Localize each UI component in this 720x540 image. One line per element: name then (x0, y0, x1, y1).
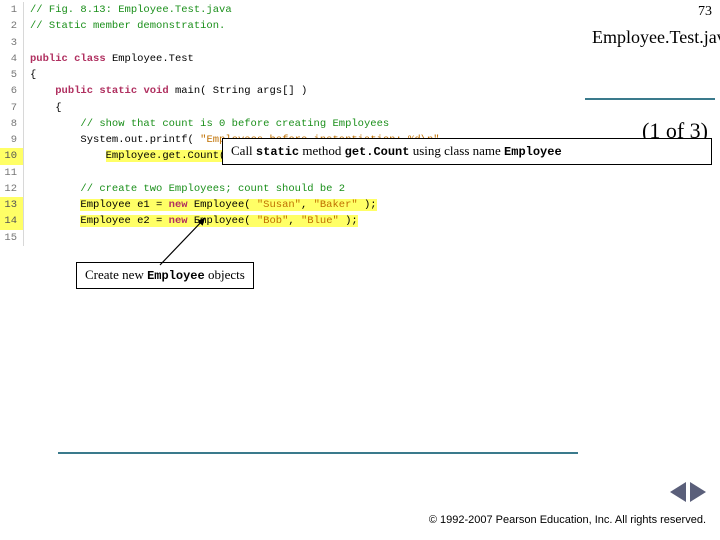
code-comment: // Fig. 8.13: Employee.Test.java (30, 4, 232, 16)
slide-nav (670, 482, 706, 502)
line-number: 12 (0, 181, 24, 197)
code-text: System.out.printf( (80, 134, 200, 146)
line-number: 11 (0, 165, 24, 181)
title-underline (585, 98, 715, 100)
code-text: Employee.Test (106, 53, 194, 65)
code-comment: // Static member demonstration. (30, 20, 225, 32)
page-number: 73 (698, 4, 712, 20)
line-number: 13 (0, 197, 24, 213)
slide-title: Employee.Test.java (592, 28, 712, 48)
code-comment: // create two Employees; count should be… (80, 183, 345, 195)
line-number: 10 (0, 148, 24, 164)
line-number: 14 (0, 213, 24, 229)
keyword: static (93, 85, 137, 97)
line-number: 5 (0, 67, 24, 83)
line-number: 3 (0, 35, 24, 51)
keyword: void (137, 85, 169, 97)
highlighted-code: Employee e1 = new Employee( "Susan", "Ba… (80, 199, 376, 211)
keyword: public (55, 85, 93, 97)
highlighted-code: Employee.get.Count() (106, 150, 232, 162)
line-number: 4 (0, 51, 24, 67)
highlighted-code: Employee e2 = new Employee( "Bob", "Blue… (80, 215, 357, 227)
code-text: { (55, 102, 61, 114)
callout-static-method: Call static method get.Count using class… (222, 138, 712, 165)
prev-slide-icon[interactable] (670, 482, 686, 502)
line-number: 8 (0, 116, 24, 132)
code-listing: 1 // Fig. 8.13: Employee.Test.java 2 // St… (0, 2, 565, 246)
line-number: 9 (0, 132, 24, 148)
line-number: 2 (0, 18, 24, 34)
footer-rule (58, 452, 578, 454)
keyword: class (74, 53, 106, 65)
line-number: 15 (0, 230, 24, 246)
copyright-text: © 1992-2007 Pearson Education, Inc. All … (429, 514, 706, 526)
line-number: 6 (0, 83, 24, 99)
keyword: public (30, 53, 68, 65)
code-text: { (24, 67, 36, 83)
next-slide-icon[interactable] (690, 482, 706, 502)
code-text: main( String args[] ) (169, 85, 308, 97)
line-number: 1 (0, 2, 24, 18)
code-comment: // show that count is 0 before creating … (80, 118, 389, 130)
callout-create-objects: Create new Employee objects (76, 262, 254, 289)
line-number: 7 (0, 100, 24, 116)
